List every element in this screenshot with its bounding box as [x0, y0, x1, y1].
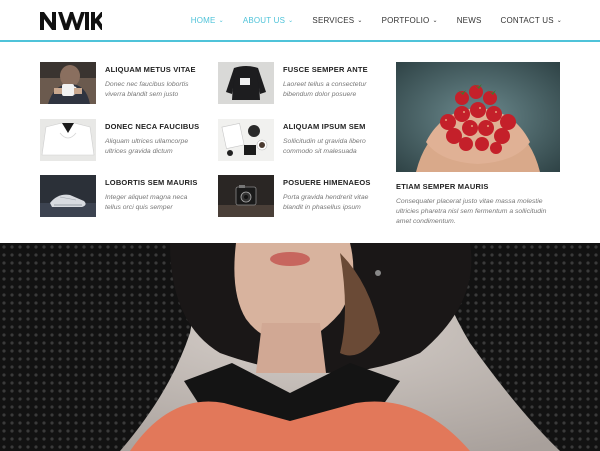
thumbnail-image[interactable] — [40, 175, 96, 217]
feature-title[interactable]: ETIAM SEMPER MAURIS — [396, 182, 560, 191]
item-description: Donec nec faucibus lobortis viverra blan… — [105, 81, 189, 98]
item-title[interactable]: DONEC NECA FAUCIBUS — [105, 122, 205, 131]
nav-contact-label: CONTACT US — [500, 16, 554, 25]
nav-home[interactable]: HOME ⌄ — [191, 16, 224, 25]
nav-news[interactable]: NEWS — [457, 16, 482, 25]
thumbnail-image[interactable] — [218, 119, 274, 161]
item-title[interactable]: ALIQUAM IPSUM SEM — [283, 122, 383, 131]
item-description: Integer aliquet magna neca tellus orci q… — [105, 194, 188, 211]
mega-item[interactable]: DONEC NECA FAUCIBUS Aliquam ultrices ull… — [40, 119, 205, 161]
mega-item[interactable]: ALIQUAM IPSUM SEM Sollicitudin ut gravid… — [218, 119, 383, 161]
chevron-down-icon: ⌄ — [556, 18, 562, 24]
mega-item[interactable]: POSUERE HIMENAEOS Porta gravida hendreri… — [218, 175, 383, 217]
thumbnail-image[interactable] — [40, 119, 96, 161]
nav-home-label: HOME — [190, 16, 216, 25]
chevron-down-icon: ⌄ — [357, 18, 363, 24]
nav-about-label: ABOUT US — [242, 16, 286, 25]
mega-feature[interactable]: ETIAM SEMPER MAURIS Consequater placerat… — [396, 62, 560, 227]
mega-item[interactable]: ALIQUAM METUS VITAE Donec nec faucibus l… — [40, 62, 205, 104]
thumbnail-image[interactable] — [218, 62, 274, 104]
item-description: Sollicitudin ut gravida libero commodo s… — [283, 138, 366, 155]
thumbnail-image[interactable] — [40, 62, 96, 104]
mega-menu-dropdown: ALIQUAM METUS VITAE Donec nec faucibus l… — [0, 42, 600, 243]
feature-image[interactable] — [396, 62, 560, 172]
item-description: Porta gravida hendrerit vitae blandit in… — [283, 194, 369, 211]
item-title[interactable]: LOBORTIS SEM MAURIS — [105, 178, 205, 187]
chevron-down-icon: ⌄ — [288, 18, 294, 24]
nav-contact-us[interactable]: CONTACT US ⌄ — [501, 16, 563, 25]
nav-services[interactable]: SERVICES ⌄ — [312, 16, 362, 25]
site-header: HOME ⌄ ABOUT US ⌄ SERVICES ⌄ PORTFOLIO ⌄ NEW… — [0, 0, 600, 42]
item-description: Laoreet tellus a consectetur bibendum do… — [283, 81, 367, 98]
nav-portfolio[interactable]: PORTFOLIO ⌄ — [382, 16, 438, 25]
item-title[interactable]: ALIQUAM METUS VITAE — [105, 65, 205, 74]
mega-item[interactable]: FUSCE SEMPER ANTE Laoreet tellus a conse… — [218, 62, 383, 104]
chevron-down-icon: ⌄ — [432, 18, 438, 24]
mega-item[interactable]: LOBORTIS SEM MAURIS Integer aliquet magn… — [40, 175, 205, 217]
nav-services-label: SERVICES — [312, 16, 355, 25]
hero-image — [0, 243, 600, 451]
nav-about-us[interactable]: ABOUT US ⌄ — [243, 16, 294, 25]
item-title[interactable]: POSUERE HIMENAEOS — [283, 178, 383, 187]
item-description: Aliquam ultrices ullamcorpe ultrices gra… — [105, 138, 189, 155]
thumbnail-image[interactable] — [218, 175, 274, 217]
chevron-down-icon: ⌄ — [218, 18, 224, 24]
nav-portfolio-label: PORTFOLIO — [381, 16, 430, 25]
item-title[interactable]: FUSCE SEMPER ANTE — [283, 65, 383, 74]
brand-logo[interactable] — [40, 12, 102, 30]
nav-news-label: NEWS — [456, 16, 482, 25]
feature-description: Consequater placerat justo vitae massa m… — [396, 198, 547, 225]
main-nav: HOME ⌄ ABOUT US ⌄ SERVICES ⌄ PORTFOLIO ⌄ NEW… — [172, 16, 562, 25]
